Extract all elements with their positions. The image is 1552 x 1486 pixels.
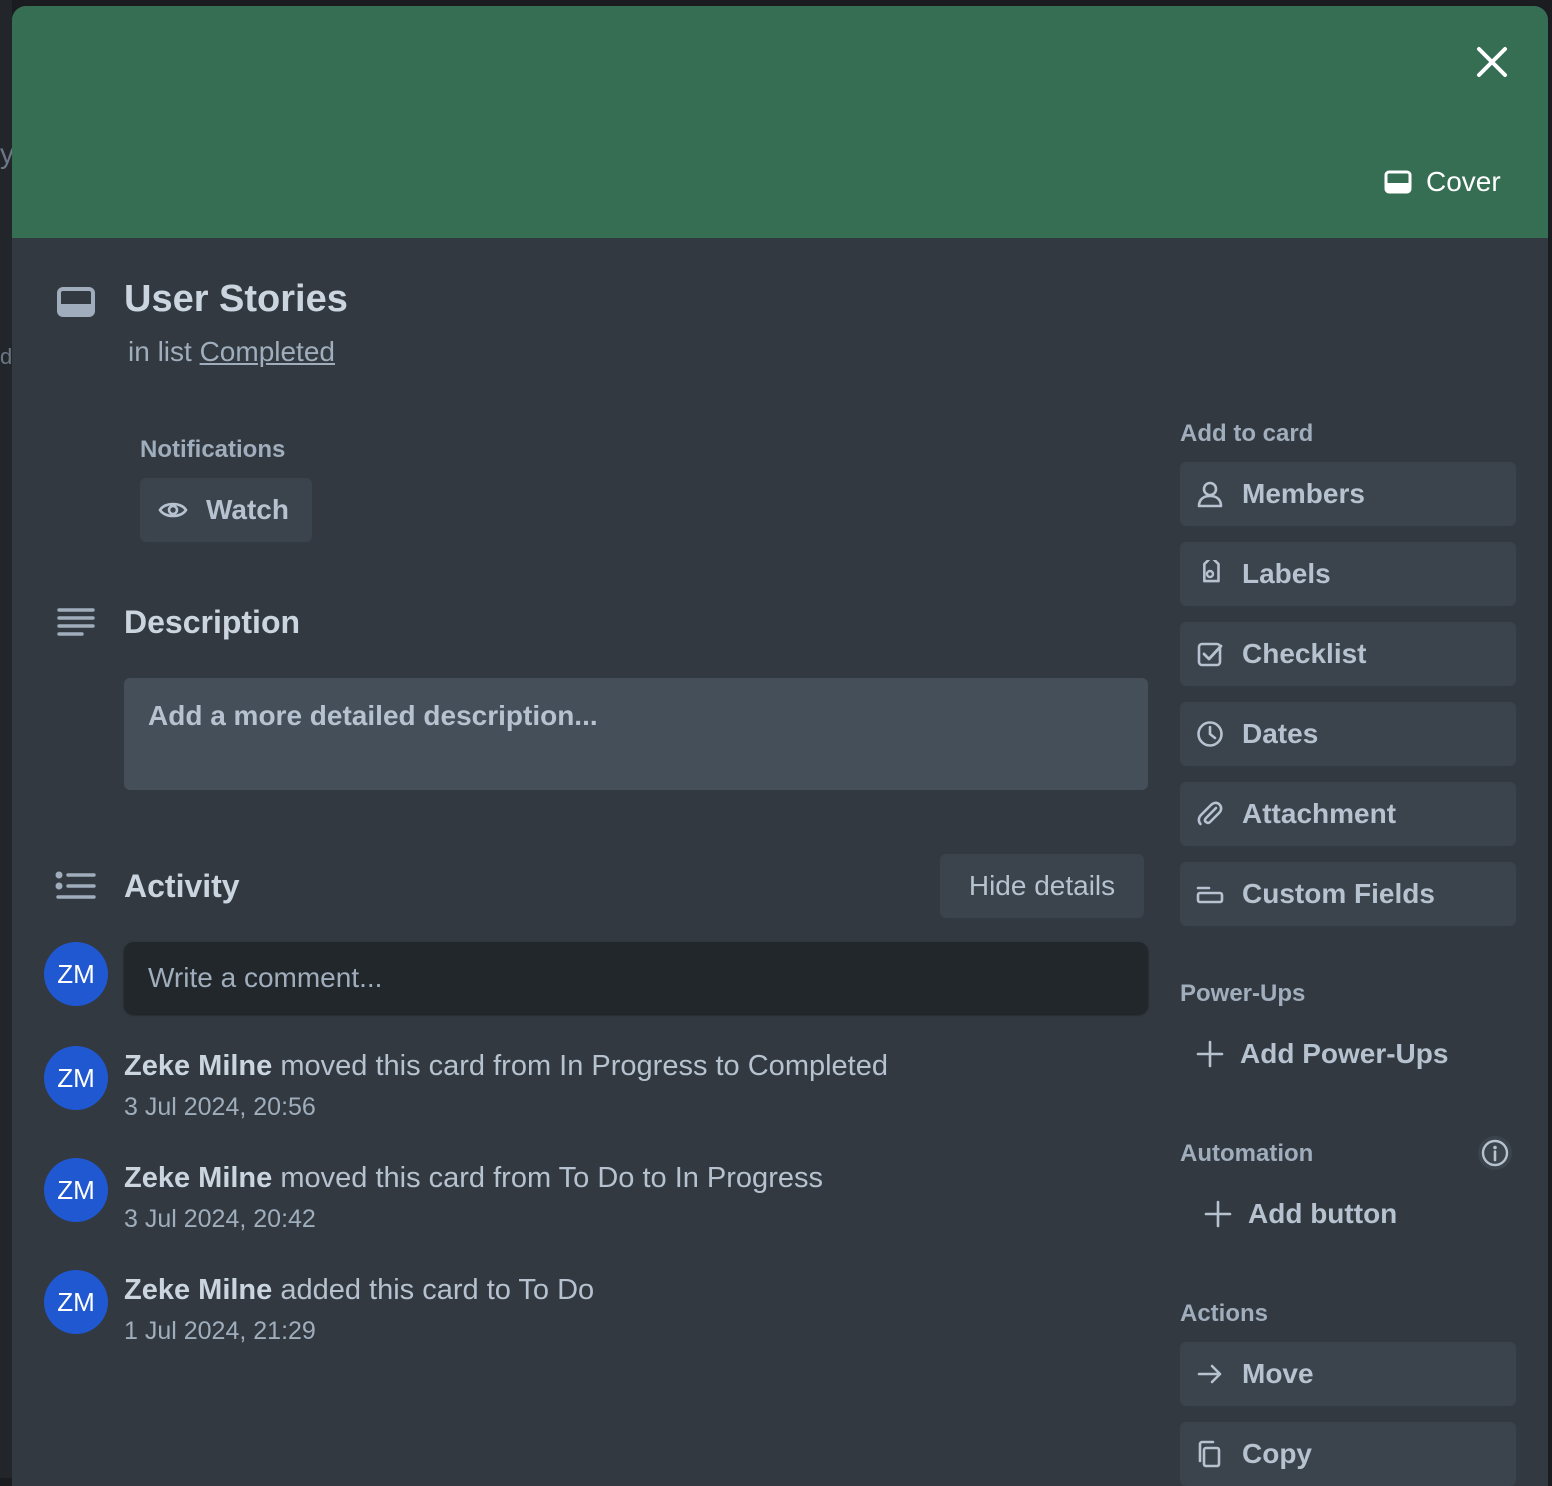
members-label: Members <box>1242 478 1365 509</box>
plus-icon <box>1204 1200 1232 1228</box>
copy-icon <box>1198 1440 1221 1468</box>
dates-label: Dates <box>1242 718 1319 749</box>
move-button[interactable]: Move <box>1180 1342 1516 1406</box>
plus-icon <box>1196 1040 1224 1068</box>
automation-heading: Automation <box>1180 1140 1314 1167</box>
avatar[interactable]: ZM <box>44 1270 108 1334</box>
activity-text: moved this card from In Progress to Comp… <box>280 1050 888 1082</box>
cover-icon <box>1384 170 1412 194</box>
checkbox-icon <box>1197 642 1223 667</box>
arrow-right-icon <box>1197 1364 1222 1384</box>
eye-icon <box>158 502 188 518</box>
card-list-info: in list Completed <box>128 336 335 368</box>
paperclip-icon <box>1197 801 1223 826</box>
backdrop-partial-text: d <box>0 344 13 369</box>
description-input[interactable]: Add a more detailed description... <box>124 678 1148 790</box>
card-icon <box>57 287 95 317</box>
automation-info-button[interactable] <box>1478 1136 1512 1170</box>
avatar[interactable]: ZM <box>44 942 108 1006</box>
power-ups-heading: Power-Ups <box>1180 980 1306 1007</box>
add-automation-button[interactable]: Add button <box>1204 1192 1397 1236</box>
move-label: Move <box>1242 1358 1314 1389</box>
activity-user[interactable]: Zeke Milne <box>124 1050 272 1082</box>
activity-timestamp[interactable]: 1 Jul 2024, 21:29 <box>124 1317 316 1346</box>
add-to-card-heading: Add to card <box>1180 420 1314 447</box>
checklist-button[interactable]: Checklist <box>1180 622 1516 686</box>
person-icon <box>1197 481 1223 508</box>
labels-button[interactable]: Labels <box>1180 542 1516 606</box>
board-backdrop <box>0 0 12 1478</box>
add-power-ups-label: Add Power-Ups <box>1240 1038 1449 1069</box>
activity-item: Zeke Milne moved this card from In Progr… <box>124 1050 888 1083</box>
dates-button[interactable]: Dates <box>1180 702 1516 766</box>
activity-text: added this card to To Do <box>280 1274 595 1306</box>
description-heading: Description <box>124 604 301 640</box>
card-cover: Cover <box>12 6 1548 238</box>
hide-details-button[interactable]: Hide details <box>940 854 1144 918</box>
activity-user[interactable]: Zeke Milne <box>124 1274 272 1306</box>
copy-button[interactable]: Copy <box>1180 1422 1516 1486</box>
tag-icon <box>1203 560 1220 583</box>
cover-button[interactable]: Cover <box>1372 158 1513 206</box>
info-icon <box>1481 1139 1509 1167</box>
card-detail-modal: Cover User Stories in list Completed Not… <box>12 6 1548 1486</box>
activity-timestamp[interactable]: 3 Jul 2024, 20:42 <box>124 1205 316 1234</box>
activity-text: moved this card from To Do to In Progres… <box>280 1162 823 1194</box>
members-button[interactable]: Members <box>1180 462 1516 526</box>
activity-item: Zeke Milne added this card to To Do <box>124 1274 594 1307</box>
comment-input[interactable]: Write a comment... <box>124 942 1148 1014</box>
attachment-label: Attachment <box>1242 798 1397 829</box>
description-icon <box>57 608 95 636</box>
actions-heading: Actions <box>1180 1300 1269 1327</box>
avatar[interactable]: ZM <box>44 1158 108 1222</box>
checklist-label: Checklist <box>1242 638 1367 669</box>
labels-label: Labels <box>1242 558 1331 589</box>
notifications-heading: Notifications <box>140 436 286 463</box>
watch-label: Watch <box>206 494 289 525</box>
activity-user[interactable]: Zeke Milne <box>124 1162 272 1194</box>
close-icon <box>1477 47 1507 77</box>
list-link[interactable]: Completed <box>200 336 335 367</box>
add-power-ups-button[interactable]: Add Power-Ups <box>1196 1032 1448 1076</box>
add-automation-label: Add button <box>1248 1198 1398 1229</box>
attachment-button[interactable]: Attachment <box>1180 782 1516 846</box>
avatar[interactable]: ZM <box>44 1046 108 1110</box>
clock-icon <box>1197 721 1223 747</box>
cover-button-label: Cover <box>1426 166 1501 197</box>
activity-item: Zeke Milne moved this card from To Do to… <box>124 1162 823 1195</box>
activity-heading: Activity <box>124 868 240 904</box>
activity-timestamp[interactable]: 3 Jul 2024, 20:56 <box>124 1093 316 1122</box>
list-prefix: in list <box>128 336 192 367</box>
copy-label: Copy <box>1242 1438 1312 1469</box>
card-title[interactable]: User Stories <box>124 278 348 321</box>
custom-fields-icon <box>1196 886 1224 904</box>
custom-fields-button[interactable]: Custom Fields <box>1180 862 1516 926</box>
close-button[interactable] <box>1470 40 1514 84</box>
activity-icon <box>55 871 96 899</box>
custom-fields-label: Custom Fields <box>1242 878 1435 909</box>
watch-button[interactable]: Watch <box>140 478 312 542</box>
